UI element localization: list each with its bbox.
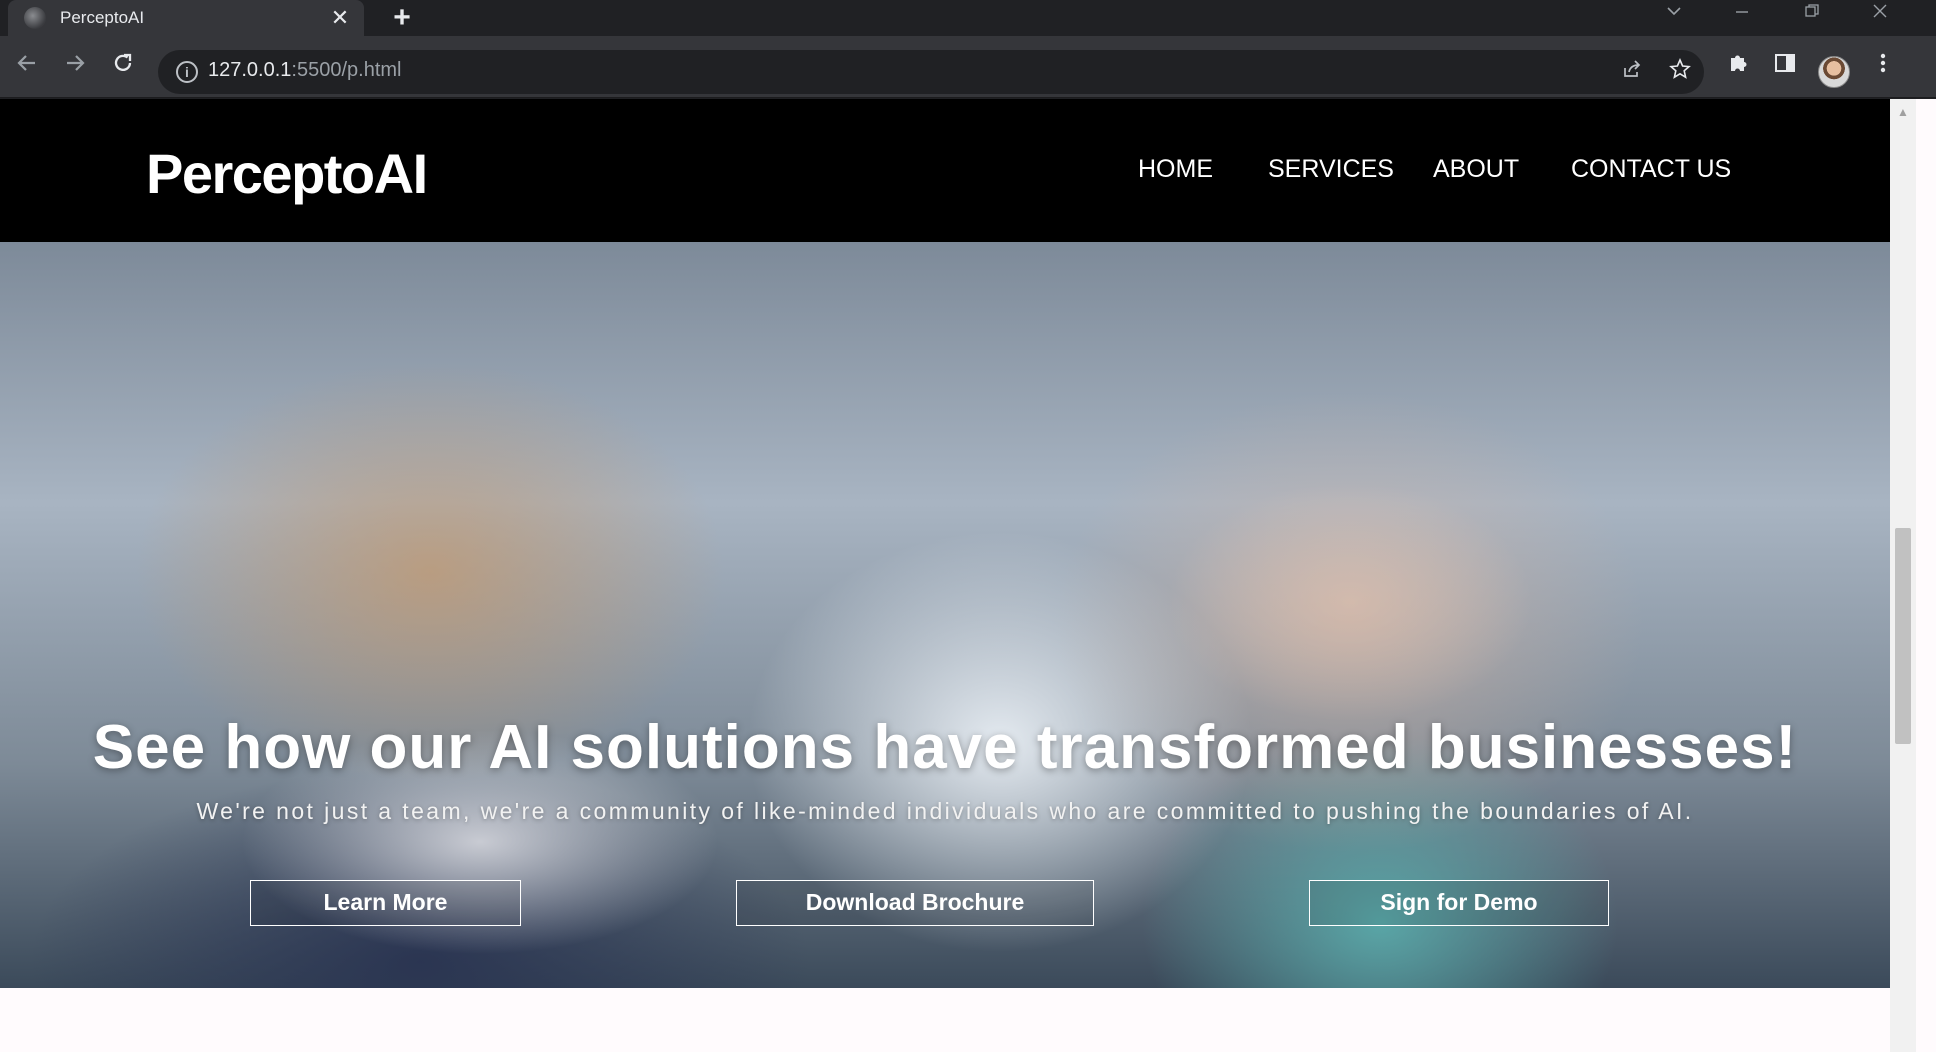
- site-logo[interactable]: PerceptoAI: [146, 141, 428, 206]
- url-path: :5500/p.html: [291, 59, 402, 81]
- new-tab-button[interactable]: +: [388, 3, 416, 33]
- bookmark-star-icon[interactable]: [1666, 57, 1694, 86]
- browser-menu-icon[interactable]: [1866, 50, 1900, 84]
- restore-icon[interactable]: [1798, 2, 1826, 25]
- reload-icon[interactable]: [106, 50, 140, 84]
- sign-for-demo-button[interactable]: Sign for Demo: [1309, 880, 1609, 926]
- minimize-icon[interactable]: [1728, 2, 1756, 25]
- page-viewport: PerceptoAI HOME SERVICES ABOUT CONTACT U…: [0, 99, 1890, 1052]
- url-text: 127.0.0.1:5500/p.html: [208, 59, 402, 82]
- nav-contact-us[interactable]: CONTACT US: [1571, 155, 1731, 184]
- address-bar[interactable]: i 127.0.0.1:5500/p.html: [158, 50, 1704, 94]
- url-host: 127.0.0.1: [208, 59, 292, 81]
- tab-title: PerceptoAI: [60, 8, 145, 27]
- learn-more-button[interactable]: Learn More: [250, 880, 521, 926]
- scrollbar-thumb[interactable]: [1895, 528, 1911, 744]
- download-brochure-button[interactable]: Download Brochure: [736, 880, 1094, 926]
- site-header: PerceptoAI HOME SERVICES ABOUT CONTACT U…: [0, 99, 1890, 242]
- nav-home[interactable]: HOME: [1138, 155, 1213, 184]
- browser-toolbar: i 127.0.0.1:5500/p.html: [0, 36, 1936, 98]
- hero-banner: See how our AI solutions have transforme…: [0, 242, 1890, 988]
- share-icon[interactable]: [1618, 58, 1646, 86]
- scroll-up-arrow-icon[interactable]: ▲: [1890, 103, 1916, 121]
- close-window-icon[interactable]: [1866, 2, 1894, 25]
- hero-title: See how our AI solutions have transforme…: [92, 713, 1798, 782]
- forward-arrow-icon[interactable]: [58, 50, 92, 84]
- profile-avatar[interactable]: [1818, 56, 1850, 88]
- window-edge: [1916, 99, 1936, 1052]
- hero-subtitle: We're not just a team, we're a community…: [196, 798, 1694, 824]
- site-info-icon[interactable]: i: [176, 61, 198, 83]
- nav-about[interactable]: ABOUT: [1433, 155, 1519, 184]
- tab-search-chevron-icon[interactable]: [1660, 2, 1688, 25]
- browser-tab-active[interactable]: PerceptoAI ✕: [8, 0, 364, 36]
- back-arrow-icon[interactable]: [10, 50, 44, 84]
- nav-services[interactable]: SERVICES: [1268, 155, 1394, 184]
- site-favicon-icon: [24, 7, 46, 29]
- page-scrollbar[interactable]: ▲: [1890, 99, 1916, 1052]
- side-panel-icon[interactable]: [1768, 50, 1802, 84]
- tab-close-icon[interactable]: ✕: [328, 5, 352, 31]
- extensions-puzzle-icon[interactable]: [1722, 50, 1756, 84]
- browser-tabstrip: PerceptoAI ✕ +: [0, 0, 1936, 36]
